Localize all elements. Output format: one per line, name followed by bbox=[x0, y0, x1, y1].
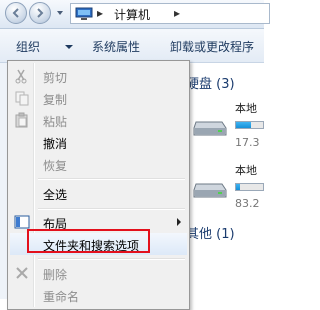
chevron-down-icon bbox=[65, 45, 73, 49]
computer-icon bbox=[75, 7, 93, 20]
menu-item-select-all[interactable]: 全选 bbox=[10, 182, 187, 204]
breadcrumb-separator[interactable]: ▸ bbox=[97, 6, 103, 20]
hard-drive-icon[interactable] bbox=[192, 116, 228, 138]
recent-pages-dropdown-icon[interactable] bbox=[55, 8, 65, 18]
copy-icon bbox=[15, 91, 29, 106]
menu-item-label: 重命名 bbox=[43, 290, 80, 304]
organize-button[interactable]: 组织 bbox=[16, 38, 40, 55]
group-header-other[interactable]: 其他 (1) bbox=[186, 223, 235, 242]
breadcrumb-separator[interactable]: ▸ bbox=[174, 6, 180, 20]
scissors-icon bbox=[15, 69, 27, 84]
menu-item-delete[interactable]: 删除 bbox=[10, 262, 187, 284]
drive-usage-bar bbox=[235, 183, 264, 191]
drive-usage-fill bbox=[236, 122, 251, 128]
menu-item-copy[interactable]: 复制 bbox=[10, 87, 187, 109]
drive-usage-bar bbox=[235, 121, 264, 129]
menu-separator bbox=[38, 208, 185, 210]
organize-menu: 剪切 复制 粘贴 撤消 恢复 全选 布局 文件夹和搜索选项 删除 重命名 bbox=[7, 60, 190, 310]
menu-item-redo[interactable]: 恢复 bbox=[10, 153, 187, 175]
breadcrumb-computer[interactable]: 计算机 bbox=[114, 6, 150, 23]
forward-button[interactable] bbox=[29, 2, 51, 24]
drive-usage-fill bbox=[236, 184, 241, 190]
back-button[interactable] bbox=[5, 2, 27, 24]
submenu-arrow-icon bbox=[177, 218, 181, 226]
menu-item-undo[interactable]: 撤消 bbox=[10, 131, 187, 153]
menu-item-rename[interactable]: 重命名 bbox=[10, 284, 187, 306]
address-bar[interactable]: ▸ 计算机 ▸ bbox=[70, 3, 270, 24]
hard-drive-icon[interactable] bbox=[192, 178, 228, 200]
menu-item-paste[interactable]: 粘贴 bbox=[10, 109, 187, 131]
menu-item-label: 全选 bbox=[43, 188, 68, 202]
menu-item-label: 粘贴 bbox=[43, 115, 68, 129]
menu-item-cut[interactable]: 剪切 bbox=[10, 65, 187, 87]
menu-item-label: 复制 bbox=[43, 93, 68, 107]
delete-icon bbox=[16, 267, 28, 279]
menu-separator bbox=[38, 178, 185, 180]
drive-size: 17.3 bbox=[235, 136, 260, 149]
menu-item-label: 剪切 bbox=[43, 71, 68, 85]
arrow-left-icon bbox=[12, 8, 19, 18]
menu-separator bbox=[38, 258, 185, 260]
navigation-bar: ▸ 计算机 ▸ bbox=[0, 0, 270, 29]
paste-icon bbox=[15, 112, 28, 128]
drive-size: 83.2 bbox=[235, 197, 260, 210]
uninstall-program-button[interactable]: 卸载或更改程序 bbox=[170, 38, 254, 55]
command-bar: 组织 系统属性 卸载或更改程序 bbox=[0, 29, 264, 63]
annotation-highlight-box bbox=[27, 229, 150, 253]
menu-item-label: 撤消 bbox=[43, 137, 68, 151]
group-header-hard-disks[interactable]: 硬盘 (3) bbox=[186, 73, 235, 92]
layout-icon bbox=[14, 215, 30, 229]
system-properties-button[interactable]: 系统属性 bbox=[92, 38, 140, 55]
drive-name[interactable]: 本地 bbox=[235, 162, 257, 178]
arrow-right-icon bbox=[37, 8, 44, 18]
menu-item-label: 删除 bbox=[43, 268, 68, 282]
menu-item-label: 恢复 bbox=[43, 159, 68, 173]
drive-name[interactable]: 本地 bbox=[235, 100, 257, 116]
